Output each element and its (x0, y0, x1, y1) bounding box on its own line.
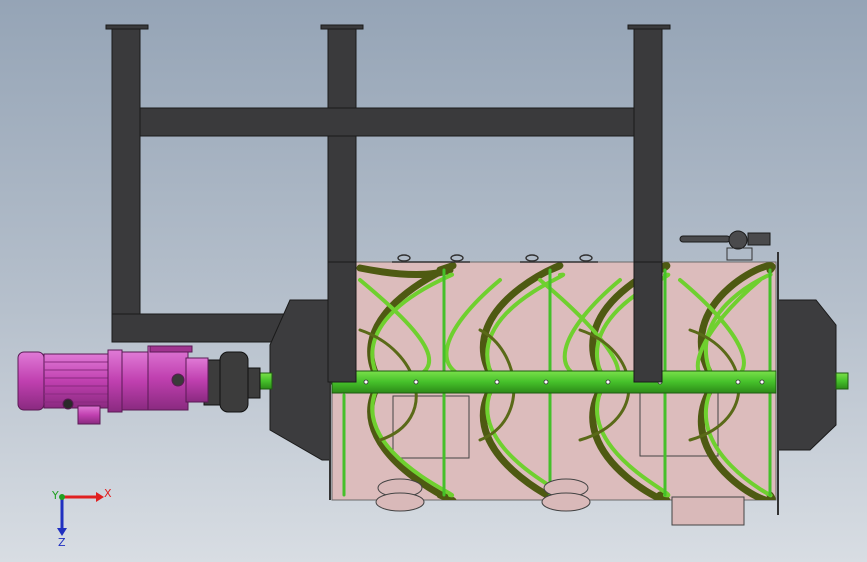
column-front-mid (327, 261, 357, 383)
frame-top-plate-right (627, 24, 671, 30)
frame-crossbeam (139, 107, 635, 137)
drive-coupling (203, 351, 261, 413)
column-front-right (633, 261, 663, 383)
axis-x-label: X (104, 487, 112, 500)
end-housing-right (777, 299, 837, 451)
lid-hinges (392, 254, 598, 263)
cad-viewport[interactable]: X Y Z (0, 0, 867, 562)
frame-column-left (111, 28, 141, 343)
axis-z-label: Z (58, 536, 66, 549)
gearbox (147, 345, 209, 411)
coordinate-triad-icon: X Y Z (51, 487, 112, 549)
lid-latch (679, 230, 771, 261)
shaft-end-right (835, 372, 849, 390)
electric-motor (17, 349, 149, 425)
frame-top-plate-mid (320, 24, 364, 30)
end-housing-left (269, 299, 331, 461)
axis-y-label: Y (51, 489, 59, 502)
agitator-shaft (331, 370, 777, 394)
frame-top-plate-left (105, 24, 149, 30)
